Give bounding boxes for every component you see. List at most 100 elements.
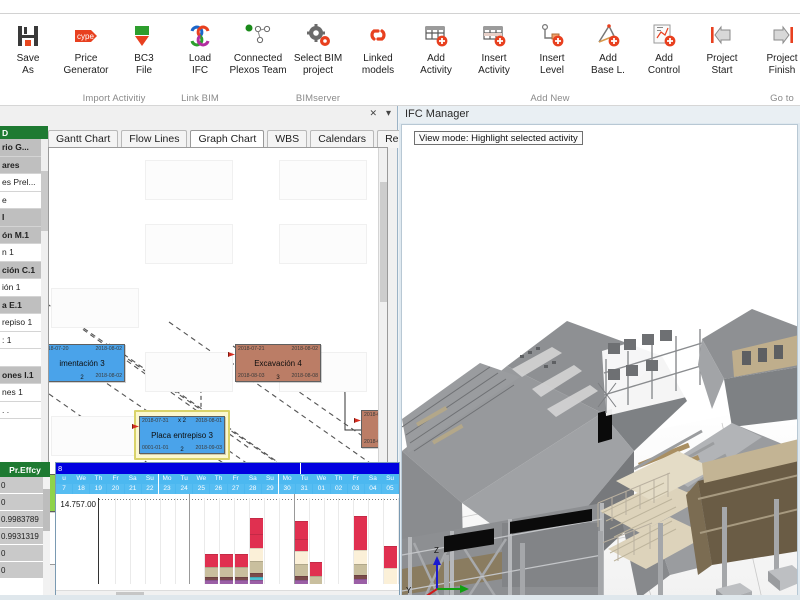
histogram-bar-segment: [205, 567, 219, 577]
select-bim-project-button[interactable]: Select BIM project: [288, 19, 348, 76]
add-control-icon: [651, 21, 677, 51]
project-start-button[interactable]: Project Start: [692, 19, 752, 76]
bim-3d-viewport[interactable]: Z Y: [402, 151, 797, 597]
price-generator-button[interactable]: cype Price Generator: [56, 19, 116, 76]
tab-flow-lines[interactable]: Flow Lines: [121, 130, 188, 148]
histogram-bar[interactable]: [220, 554, 234, 584]
ribbon-button-label: Load IFC: [188, 53, 212, 76]
tab-calendars[interactable]: Calendars: [310, 130, 375, 148]
efficiency-grid[interactable]: Pr.Effcy 0 0 0.9983789 0.9931319 0 0: [0, 462, 50, 600]
graph-slot: [51, 288, 139, 328]
graph-slot: [279, 160, 367, 200]
histogram-bar-segment: [220, 554, 234, 567]
calendar-day-cell: 22: [142, 484, 159, 494]
ribbon-button-label: Add Activity: [420, 53, 452, 76]
scroll-thumb[interactable]: [43, 489, 50, 531]
calendar-dow-row: u We Th Fr Sa Su Mo Tu We Th Fr Sa Su Mo Tu We Th Fr Sa Su: [56, 474, 399, 484]
add-activity-icon: [423, 21, 449, 51]
graph-node[interactable]: 2018-07-31 2018-08-01 x 2 Placa entrepiso 3…: [139, 416, 225, 454]
calendar-day-cell: 31: [296, 484, 314, 494]
calendar-dow-cell: u: [56, 474, 74, 484]
scroll-thumb[interactable]: [380, 182, 387, 302]
linked-models-button[interactable]: Linked models: [348, 19, 408, 76]
histogram-bar-segment: [250, 548, 263, 561]
calendar-dow-cell: Fr: [348, 474, 365, 484]
histogram-gridline: [278, 498, 280, 584]
tab-wbs[interactable]: WBS: [267, 130, 308, 148]
histogram-bar[interactable]: [354, 516, 368, 584]
histogram-bar-segment: [294, 564, 308, 576]
insert-level-button[interactable]: Insert Level: [524, 19, 580, 76]
calendar-day-cell: 03: [348, 484, 365, 494]
link-icon: [365, 21, 391, 51]
add-activity-button[interactable]: Add Activity: [408, 19, 464, 76]
histogram-bar[interactable]: [384, 546, 397, 584]
panel-dropdown-icon[interactable]: ▾: [386, 108, 391, 119]
save-as-button[interactable]: Save As: [0, 19, 56, 76]
ribbon-group-items: ProjectStartProjectFinishActivitySelecte…: [692, 14, 800, 92]
histogram-bar-segment: [309, 562, 323, 576]
ribbon-button-label: Linked models: [361, 53, 395, 76]
resource-histogram-chart[interactable]: 14.757.00: [56, 494, 399, 594]
histogram-bar-segment: [235, 580, 248, 584]
histogram-bar-segment: [235, 567, 248, 577]
histogram-bar-segment: [250, 561, 263, 573]
histogram-gridline: [398, 498, 399, 584]
calendar-day-row: 7 18 19 20 21 22 23 24 25 26 27 28 29 30 31 01 02 03 04 05: [56, 484, 399, 494]
calendar-day-cell: 19: [90, 484, 108, 494]
insert-activity-button[interactable]: Insert Activity: [464, 19, 524, 76]
efficiency-grid-scrollbar[interactable]: [43, 477, 50, 596]
svg-text:cype: cype: [77, 32, 94, 41]
load-ifc-button[interactable]: Load IFC: [172, 19, 228, 76]
calendar-day-cell: 7: [56, 484, 74, 494]
ribbon-toolbar: Save As cype Price Generator BC3 File Import Ac…: [0, 14, 800, 106]
ribbon-group-title: [0, 92, 56, 106]
graph-node[interactable]: 2018-07-20 2018-08-02 imentación 3 12018-08…: [48, 344, 125, 382]
histogram-bar-segment: [354, 516, 368, 550]
histogram-bar-segment: [294, 521, 308, 539]
calendar-dow-cell: We: [193, 474, 211, 484]
histogram-bar-segment: [205, 554, 219, 567]
histogram-gridline: [144, 498, 146, 584]
tab-graph-chart[interactable]: Graph Chart: [190, 130, 265, 148]
project-finish-button[interactable]: Project Finish: [752, 19, 800, 76]
histogram-bar[interactable]: [309, 562, 323, 584]
close-icon[interactable]: ✕: [369, 108, 377, 119]
ribbon-button-label: Price Generator: [63, 53, 109, 76]
view-mode-button[interactable]: View mode: Highlight selected activity: [414, 131, 583, 145]
axis-z-label: Z: [434, 546, 439, 555]
connected-plexos-team-button[interactable]: Connected Plexos Team: [228, 19, 288, 76]
histogram-bar-segment: [294, 580, 308, 584]
resource-histogram-panel[interactable]: 8 u We Th Fr Sa Su Mo Tu We Th Fr Sa Su Mo Tu We Th Fr Sa S…: [55, 462, 400, 600]
node-label: Placa entrepiso 3: [151, 430, 213, 440]
efficiency-grid-header: Pr.Effcy: [0, 462, 50, 477]
calendar-dow-cell: We: [73, 474, 91, 484]
calendar-day-cell: 29: [262, 484, 280, 494]
histogram-bar[interactable]: [294, 521, 308, 584]
schedule-panel-header: ▾ ✕: [0, 106, 397, 124]
tab-gantt-chart[interactable]: Gantt Chart: [48, 130, 119, 148]
status-bar: [0, 595, 800, 600]
insert-level-icon: [539, 21, 565, 51]
ifc-manager-body: View mode: Highlight selected activity Z…: [401, 124, 798, 598]
graph-node[interactable]: 2018-07-21 2018-08-02 Excavación 4 2018-08-…: [235, 344, 321, 382]
cype-logo-icon: cype: [73, 21, 99, 51]
graph-slot: [145, 352, 233, 392]
histogram-bar[interactable]: [235, 554, 248, 584]
bim-model-render: [402, 151, 797, 597]
ribbon-button-label: Add Control: [647, 53, 681, 76]
ribbon-group-items: Load IFC: [172, 14, 228, 92]
add-control-button[interactable]: Add Control: [636, 19, 692, 76]
ribbon-button-label: Connected Plexos Team: [229, 53, 287, 76]
histogram-bar[interactable]: [250, 518, 263, 584]
histogram-bar[interactable]: [205, 554, 219, 584]
add-base-line-button[interactable]: Add Base L.: [580, 19, 636, 76]
calendar-day-cell: 02: [331, 484, 348, 494]
scroll-thumb[interactable]: [41, 171, 48, 231]
calendar-dow-cell: Mo: [279, 474, 297, 484]
window-top-strip: [0, 0, 800, 14]
node-bottom-dates: 12018-08-02: [49, 372, 124, 381]
calendar-day-cell: 18: [73, 484, 91, 494]
node-start-date: 2018-07-20: [48, 346, 69, 352]
bc3-file-button[interactable]: BC3 File: [116, 19, 172, 76]
